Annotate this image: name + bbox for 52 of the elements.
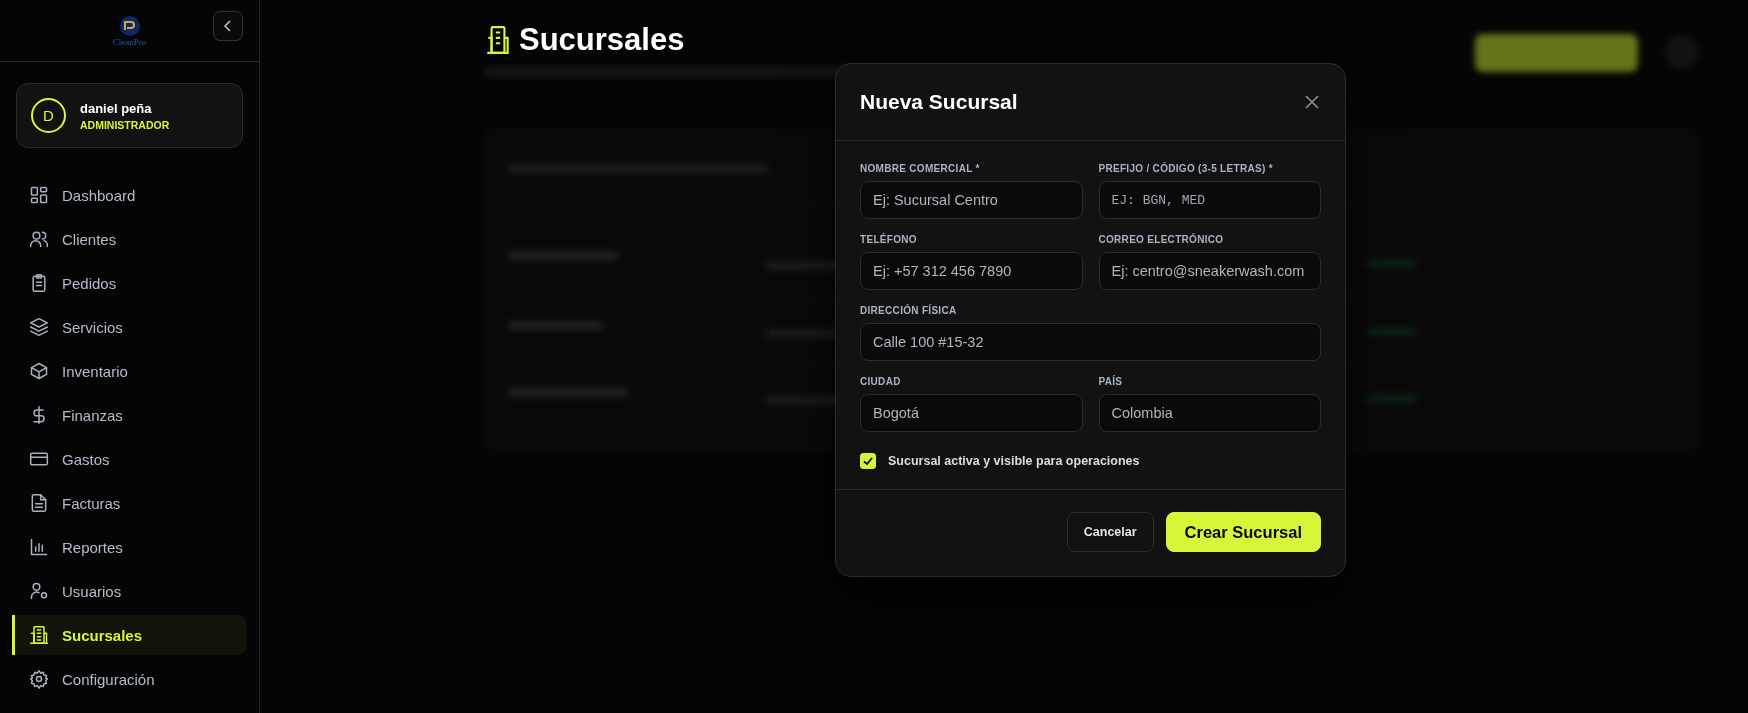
building-icon xyxy=(29,625,49,645)
input-field[interactable]: Ej: centro@sneakerwash.com xyxy=(1098,252,1321,290)
nav-item[interactable]: Usuarios xyxy=(12,571,247,611)
card-icon xyxy=(29,449,49,469)
nav-item[interactable]: Configuración xyxy=(12,659,247,699)
box-icon xyxy=(29,361,49,381)
grid-icon xyxy=(29,185,49,205)
close-icon xyxy=(1303,93,1321,111)
dialog-title: Nueva Sucursal xyxy=(860,90,1018,114)
nav-item[interactable]: Finanzas xyxy=(12,395,247,435)
field-label: PREFIJO / CÓDIGO (3-5 LETRAS) * xyxy=(1098,163,1274,174)
nav-item[interactable]: Reportes xyxy=(12,527,247,567)
users-icon xyxy=(29,229,49,249)
field-label: CORREO ELECTRÓNICO xyxy=(1098,234,1225,245)
checkbox[interactable] xyxy=(860,453,876,469)
nav-item[interactable]: Facturas xyxy=(12,483,247,523)
create-button[interactable]: Crear Sucursal xyxy=(1165,512,1321,552)
field-label: CIUDAD xyxy=(860,376,902,387)
input-field[interactable]: Calle 100 #15-32 xyxy=(860,323,1321,361)
building-icon xyxy=(485,25,511,55)
chevron-left-icon xyxy=(223,20,233,32)
close-button[interactable] xyxy=(1303,93,1321,111)
checkbox-label: Sucursal activa y visible para operaciones xyxy=(888,454,1140,468)
nav-item[interactable]: Clientes xyxy=(12,219,247,259)
nav-item[interactable]: Pedidos xyxy=(12,263,247,303)
file-icon xyxy=(29,493,49,513)
field-label: PAÍS xyxy=(1098,376,1124,387)
logo: CleanPro xyxy=(112,14,147,47)
input-field[interactable]: Colombia xyxy=(1098,394,1321,432)
input-field[interactable]: Bogotá xyxy=(860,394,1083,432)
field-label: DIRECCIÓN FÍSICA xyxy=(860,305,958,316)
field-label: TELÉFONO xyxy=(860,234,918,245)
nav-item[interactable]: Dashboard xyxy=(12,175,247,215)
input-field[interactable]: Ej: +57 312 456 7890 xyxy=(860,252,1083,290)
chart-icon xyxy=(29,537,49,557)
clipboard-icon xyxy=(29,273,49,293)
nav-item[interactable]: Sucursales xyxy=(12,615,247,655)
user-name: daniel peña xyxy=(80,100,153,116)
input-field[interactable]: EJ: BGN, MED xyxy=(1098,181,1321,219)
user-avatar: D xyxy=(31,98,66,133)
input-field[interactable]: Ej: Sucursal Centro xyxy=(860,181,1083,219)
nav-item[interactable]: Gastos xyxy=(12,439,247,479)
nav-item[interactable]: Servicios xyxy=(12,307,247,347)
layers-icon xyxy=(29,317,49,337)
user-gear-icon xyxy=(29,581,49,601)
cancel-button[interactable]: Cancelar xyxy=(1066,512,1154,552)
nav-item[interactable]: Inventario xyxy=(12,351,247,391)
collapse-button[interactable] xyxy=(213,11,243,41)
user-role: ADMINISTRADOR xyxy=(80,118,170,131)
gear-icon xyxy=(29,669,49,689)
field-label: NOMBRE COMERCIAL * xyxy=(860,163,981,174)
page-title: Sucursales xyxy=(519,22,685,58)
